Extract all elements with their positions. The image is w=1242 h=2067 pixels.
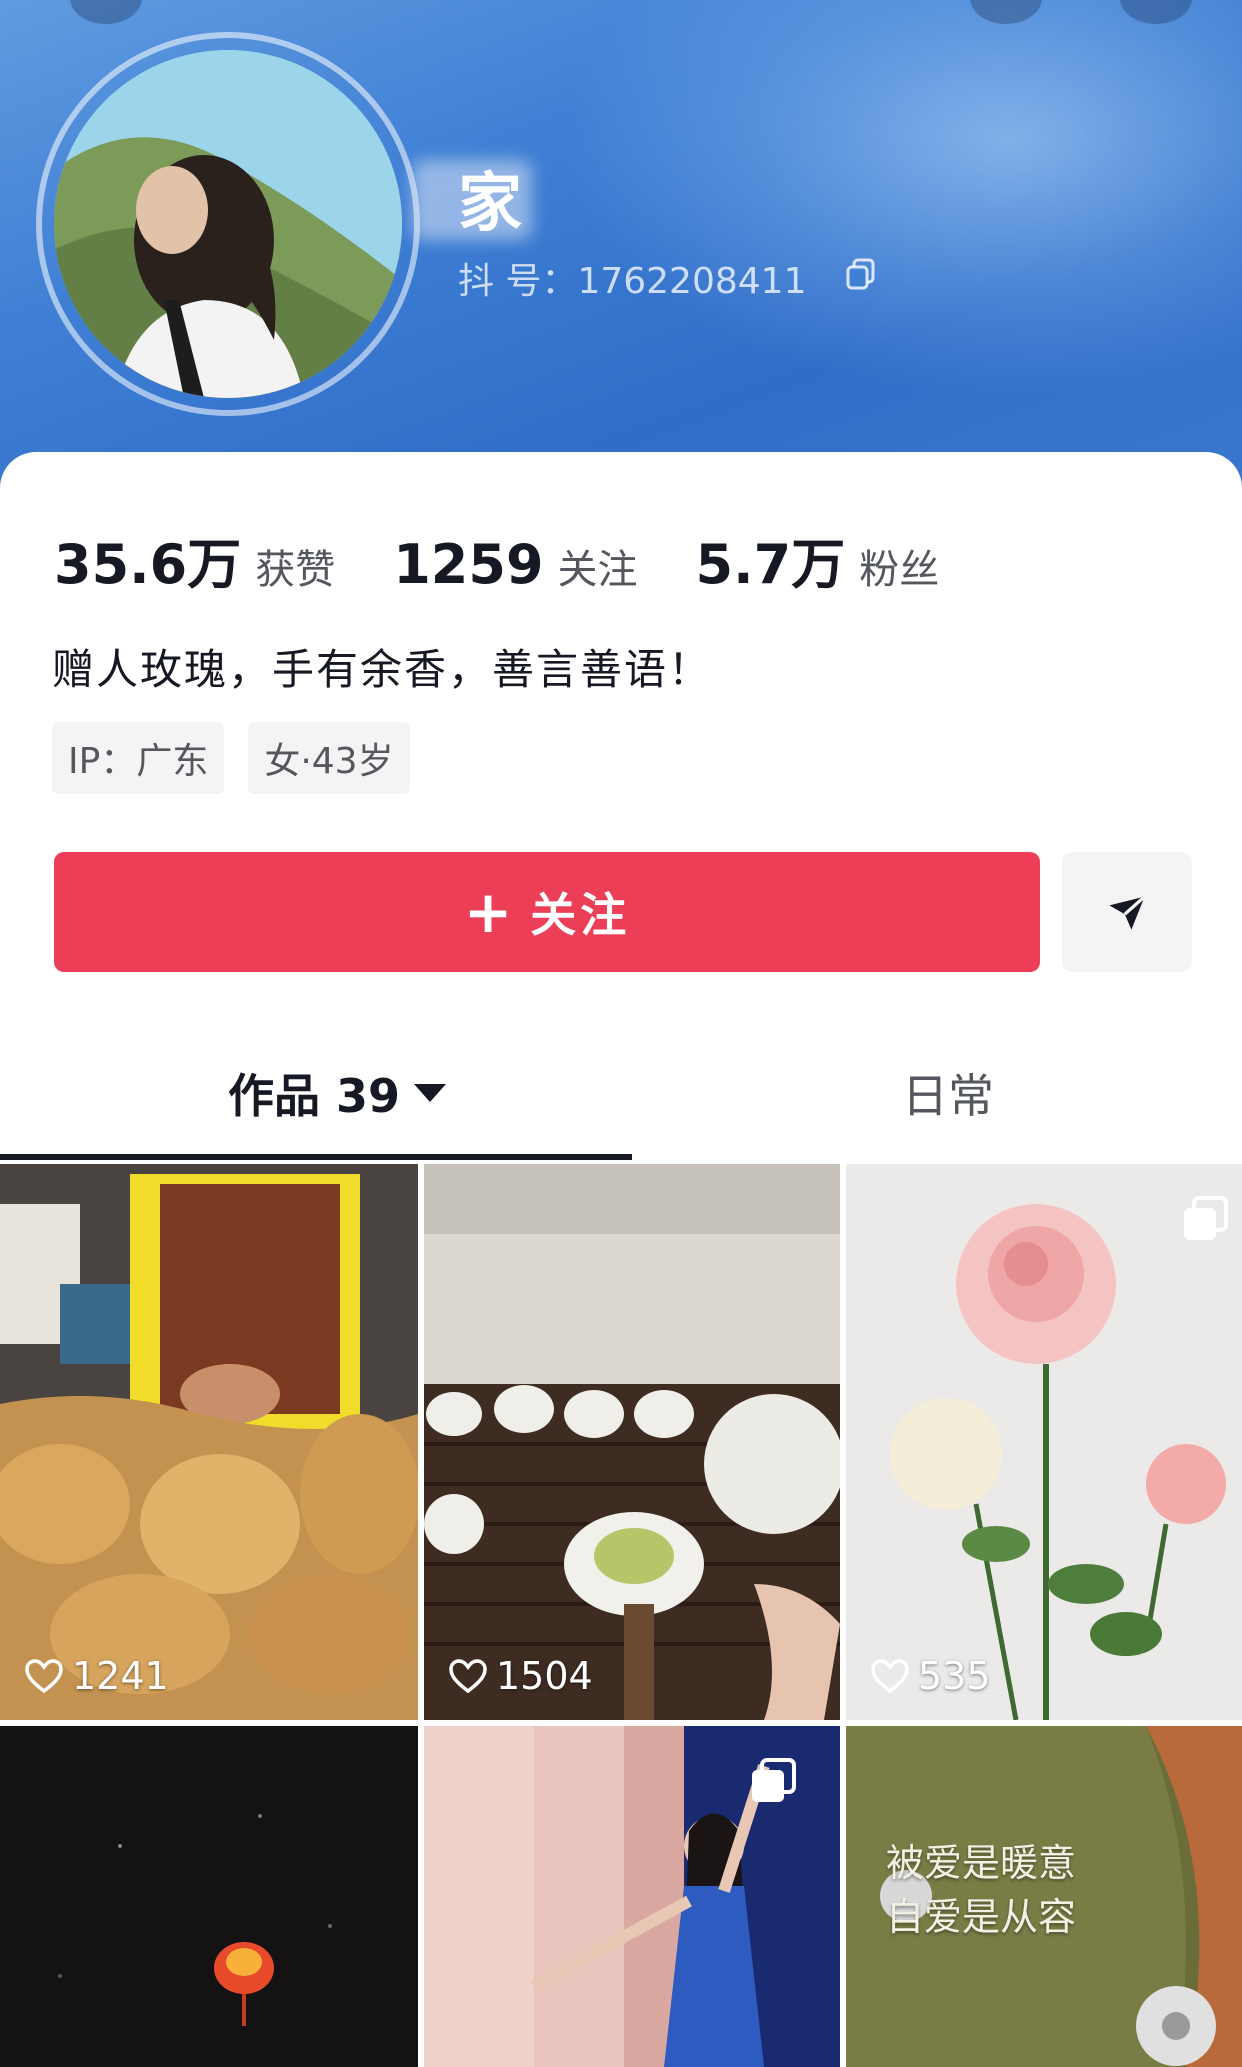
like-count: 1241 bbox=[24, 1654, 169, 1698]
posts-grid: 1241 1504 535 被爱是暖意 自爱是从容 bbox=[0, 1164, 1242, 2067]
like-count: 1504 bbox=[448, 1654, 593, 1698]
stat-label: 粉丝 bbox=[859, 547, 940, 593]
overlay-line-2: 自爱是从容 bbox=[886, 1895, 1077, 1939]
stat-following[interactable]: 1259 关注 bbox=[393, 533, 637, 596]
plus-icon: + bbox=[463, 878, 517, 946]
heart-icon bbox=[871, 1659, 909, 1694]
tab-daily[interactable]: 日常 bbox=[902, 1060, 994, 1126]
multi-image-icon bbox=[1180, 1194, 1230, 1244]
stat-likes[interactable]: 35.6万 获赞 bbox=[54, 520, 335, 599]
like-count-text: 535 bbox=[918, 1654, 991, 1698]
header-glow bbox=[560, 0, 1242, 400]
profile-header: 家 抖 号：1762208411 bbox=[0, 0, 1242, 500]
copy-icon[interactable] bbox=[846, 258, 876, 290]
post-thumbnail[interactable]: 被爱是暖意 自爱是从容 bbox=[846, 1726, 1242, 2067]
post-thumbnail[interactable] bbox=[0, 1726, 418, 2067]
post-thumbnail[interactable]: 1241 bbox=[0, 1164, 418, 1720]
profile-tags: IP：广东 女·43岁 bbox=[52, 722, 434, 794]
caret-down-icon[interactable] bbox=[414, 1084, 447, 1102]
post-thumbnail[interactable] bbox=[424, 1726, 840, 2067]
stat-value: 5.7万 bbox=[695, 533, 846, 596]
stat-label: 获赞 bbox=[255, 547, 336, 593]
send-message-button[interactable] bbox=[1062, 852, 1192, 972]
tab-works[interactable]: 作品 39 bbox=[228, 1060, 447, 1126]
like-count-text: 1504 bbox=[496, 1654, 593, 1698]
like-count: 535 bbox=[870, 1654, 991, 1698]
stat-label: 关注 bbox=[557, 547, 638, 593]
stat-followers[interactable]: 5.7万 粉丝 bbox=[696, 520, 940, 599]
heart-icon bbox=[25, 1659, 63, 1694]
active-tab-indicator bbox=[0, 1154, 632, 1160]
tab-works-label: 作品 39 bbox=[228, 1069, 401, 1123]
back-button[interactable] bbox=[70, 0, 142, 24]
tab-daily-label: 日常 bbox=[902, 1069, 994, 1123]
multi-image-icon bbox=[748, 1756, 798, 1806]
send-icon bbox=[1109, 895, 1146, 930]
stat-value: 1259 bbox=[393, 533, 544, 596]
stat-value: 35.6万 bbox=[54, 533, 242, 596]
like-count-text: 1241 bbox=[72, 1654, 169, 1698]
post-thumbnail[interactable]: 535 bbox=[846, 1164, 1242, 1720]
gender-age-tag: 女·43岁 bbox=[248, 722, 410, 794]
follow-button[interactable]: + 关注 bbox=[54, 852, 1040, 972]
heart-icon bbox=[449, 1659, 487, 1694]
stats-row: 35.6万 获赞 1259 关注 5.7万 粉丝 bbox=[54, 520, 997, 596]
bio: 赠人玫瑰，手有余香，善言善语！ bbox=[52, 645, 713, 694]
ip-tag: IP：广东 bbox=[52, 722, 225, 794]
follow-label: 关注 bbox=[530, 888, 631, 942]
post-overlay-text: 被爱是暖意 自爱是从容 bbox=[886, 1836, 1076, 1944]
avatar[interactable] bbox=[54, 50, 402, 398]
account-id: 抖 号：1762208411 bbox=[458, 261, 807, 302]
post-thumbnail[interactable]: 1504 bbox=[424, 1164, 840, 1720]
overlay-line-1: 被爱是暖意 bbox=[886, 1841, 1077, 1885]
nickname: 家 bbox=[458, 167, 524, 241]
